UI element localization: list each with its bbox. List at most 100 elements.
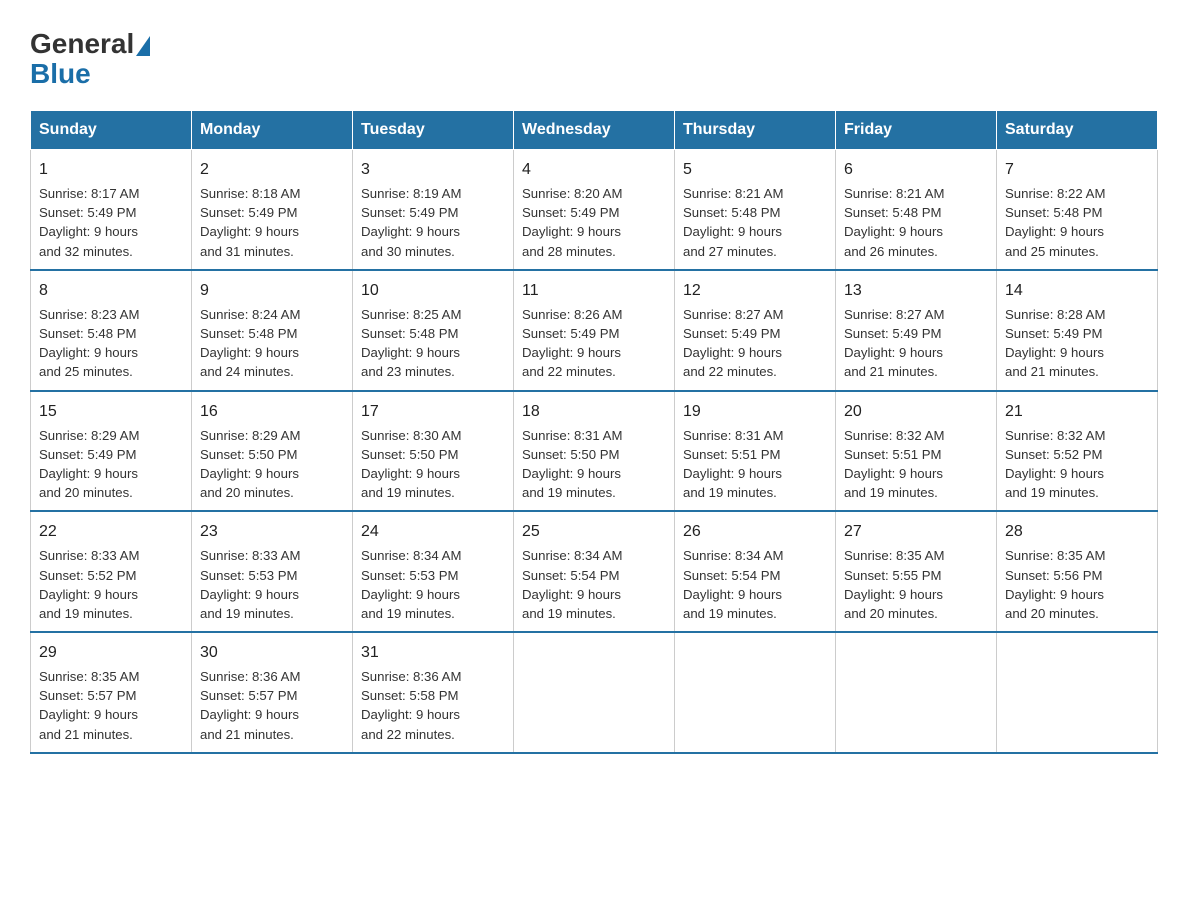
day-number: 20 (844, 400, 988, 423)
day-number: 21 (1005, 400, 1149, 423)
day-number: 16 (200, 400, 344, 423)
calendar-cell: 10 Sunrise: 8:25 AMSunset: 5:48 PMDayligh… (353, 270, 514, 391)
calendar-cell (997, 632, 1158, 753)
day-number: 28 (1005, 520, 1149, 543)
day-info: Sunrise: 8:28 AMSunset: 5:49 PMDaylight:… (1005, 305, 1149, 382)
day-number: 26 (683, 520, 827, 543)
calendar-cell: 5 Sunrise: 8:21 AMSunset: 5:48 PMDaylight… (675, 150, 836, 270)
day-info: Sunrise: 8:22 AMSunset: 5:48 PMDaylight:… (1005, 184, 1149, 261)
calendar-cell: 8 Sunrise: 8:23 AMSunset: 5:48 PMDaylight… (31, 270, 192, 391)
calendar-cell: 13 Sunrise: 8:27 AMSunset: 5:49 PMDayligh… (836, 270, 997, 391)
calendar-cell: 29Sunrise: 8:35 AMSunset: 5:57 PMDayligh… (31, 632, 192, 753)
day-number: 14 (1005, 279, 1149, 302)
day-number: 1 (39, 158, 183, 181)
calendar-cell: 20Sunrise: 8:32 AMSunset: 5:51 PMDayligh… (836, 391, 997, 512)
week-row-4: 22 Sunrise: 8:33 AMSunset: 5:52 PMDayligh… (31, 511, 1158, 632)
day-info: Sunrise: 8:32 AMSunset: 5:52 PMDaylight:… (1005, 426, 1149, 503)
week-row-2: 8 Sunrise: 8:23 AMSunset: 5:48 PMDaylight… (31, 270, 1158, 391)
day-info: Sunrise: 8:35 AMSunset: 5:56 PMDaylight:… (1005, 546, 1149, 623)
calendar-cell (514, 632, 675, 753)
logo: General Blue (30, 30, 152, 90)
day-number: 27 (844, 520, 988, 543)
week-row-3: 15 Sunrise: 8:29 AMSunset: 5:49 PMDayligh… (31, 391, 1158, 512)
weekday-header-sunday: Sunday (31, 111, 192, 150)
day-number: 15 (39, 400, 183, 423)
weekday-header-friday: Friday (836, 111, 997, 150)
day-info: Sunrise: 8:36 AMSunset: 5:57 PMDaylight:… (200, 667, 344, 744)
day-number: 7 (1005, 158, 1149, 181)
day-info: Sunrise: 8:31 AMSunset: 5:51 PMDaylight:… (683, 426, 827, 503)
day-info: Sunrise: 8:33 AMSunset: 5:52 PMDaylight:… (39, 546, 183, 623)
calendar-cell: 14 Sunrise: 8:28 AMSunset: 5:49 PMDayligh… (997, 270, 1158, 391)
day-info: Sunrise: 8:35 AMSunset: 5:55 PMDaylight:… (844, 546, 988, 623)
calendar-cell: 17Sunrise: 8:30 AMSunset: 5:50 PMDayligh… (353, 391, 514, 512)
day-number: 5 (683, 158, 827, 181)
calendar-cell: 22 Sunrise: 8:33 AMSunset: 5:52 PMDayligh… (31, 511, 192, 632)
week-row-5: 29Sunrise: 8:35 AMSunset: 5:57 PMDayligh… (31, 632, 1158, 753)
calendar-cell: 12 Sunrise: 8:27 AMSunset: 5:49 PMDayligh… (675, 270, 836, 391)
day-number: 29 (39, 641, 183, 664)
calendar-cell: 31Sunrise: 8:36 AMSunset: 5:58 PMDayligh… (353, 632, 514, 753)
calendar-cell: 21 Sunrise: 8:32 AMSunset: 5:52 PMDayligh… (997, 391, 1158, 512)
day-number: 6 (844, 158, 988, 181)
day-info: Sunrise: 8:34 AMSunset: 5:54 PMDaylight:… (522, 546, 666, 623)
calendar-cell: 26 Sunrise: 8:34 AMSunset: 5:54 PMDayligh… (675, 511, 836, 632)
calendar-cell: 15 Sunrise: 8:29 AMSunset: 5:49 PMDayligh… (31, 391, 192, 512)
day-info: Sunrise: 8:33 AMSunset: 5:53 PMDaylight:… (200, 546, 344, 623)
logo-general-text: General (30, 30, 134, 58)
calendar-cell: 18 Sunrise: 8:31 AMSunset: 5:50 PMDayligh… (514, 391, 675, 512)
page-header: General Blue (30, 30, 1158, 90)
logo-triangle-icon (136, 36, 150, 56)
day-info: Sunrise: 8:29 AMSunset: 5:50 PMDaylight:… (200, 426, 344, 503)
day-info: Sunrise: 8:36 AMSunset: 5:58 PMDaylight:… (361, 667, 505, 744)
day-number: 8 (39, 279, 183, 302)
day-info: Sunrise: 8:26 AMSunset: 5:49 PMDaylight:… (522, 305, 666, 382)
calendar-cell: 25 Sunrise: 8:34 AMSunset: 5:54 PMDayligh… (514, 511, 675, 632)
calendar-cell: 30 Sunrise: 8:36 AMSunset: 5:57 PMDayligh… (192, 632, 353, 753)
day-info: Sunrise: 8:29 AMSunset: 5:49 PMDaylight:… (39, 426, 183, 503)
day-number: 11 (522, 279, 666, 302)
day-number: 4 (522, 158, 666, 181)
day-info: Sunrise: 8:30 AMSunset: 5:50 PMDaylight:… (361, 426, 505, 503)
calendar-cell: 23 Sunrise: 8:33 AMSunset: 5:53 PMDayligh… (192, 511, 353, 632)
day-info: Sunrise: 8:27 AMSunset: 5:49 PMDaylight:… (844, 305, 988, 382)
day-number: 13 (844, 279, 988, 302)
day-number: 9 (200, 279, 344, 302)
day-number: 23 (200, 520, 344, 543)
calendar-cell: 19Sunrise: 8:31 AMSunset: 5:51 PMDayligh… (675, 391, 836, 512)
day-info: Sunrise: 8:27 AMSunset: 5:49 PMDaylight:… (683, 305, 827, 382)
day-number: 18 (522, 400, 666, 423)
day-info: Sunrise: 8:18 AMSunset: 5:49 PMDaylight:… (200, 184, 344, 261)
day-info: Sunrise: 8:23 AMSunset: 5:48 PMDaylight:… (39, 305, 183, 382)
day-info: Sunrise: 8:17 AMSunset: 5:49 PMDaylight:… (39, 184, 183, 261)
logo-blue-text: Blue (30, 58, 91, 90)
day-info: Sunrise: 8:24 AMSunset: 5:48 PMDaylight:… (200, 305, 344, 382)
day-number: 25 (522, 520, 666, 543)
day-info: Sunrise: 8:25 AMSunset: 5:48 PMDaylight:… (361, 305, 505, 382)
day-number: 10 (361, 279, 505, 302)
day-info: Sunrise: 8:21 AMSunset: 5:48 PMDaylight:… (844, 184, 988, 261)
calendar-cell: 16 Sunrise: 8:29 AMSunset: 5:50 PMDayligh… (192, 391, 353, 512)
weekday-header-row: SundayMondayTuesdayWednesdayThursdayFrid… (31, 111, 1158, 150)
calendar-cell: 3Sunrise: 8:19 AMSunset: 5:49 PMDaylight… (353, 150, 514, 270)
day-info: Sunrise: 8:34 AMSunset: 5:54 PMDaylight:… (683, 546, 827, 623)
calendar-cell: 11 Sunrise: 8:26 AMSunset: 5:49 PMDayligh… (514, 270, 675, 391)
calendar-cell: 9 Sunrise: 8:24 AMSunset: 5:48 PMDaylight… (192, 270, 353, 391)
weekday-header-tuesday: Tuesday (353, 111, 514, 150)
day-number: 3 (361, 158, 505, 181)
calendar-cell: 4 Sunrise: 8:20 AMSunset: 5:49 PMDaylight… (514, 150, 675, 270)
calendar-cell (675, 632, 836, 753)
day-info: Sunrise: 8:20 AMSunset: 5:49 PMDaylight:… (522, 184, 666, 261)
day-info: Sunrise: 8:34 AMSunset: 5:53 PMDaylight:… (361, 546, 505, 623)
day-number: 12 (683, 279, 827, 302)
calendar-cell: 1 Sunrise: 8:17 AMSunset: 5:49 PMDaylight… (31, 150, 192, 270)
weekday-header-thursday: Thursday (675, 111, 836, 150)
calendar-cell: 7 Sunrise: 8:22 AMSunset: 5:48 PMDaylight… (997, 150, 1158, 270)
day-info: Sunrise: 8:31 AMSunset: 5:50 PMDaylight:… (522, 426, 666, 503)
week-row-1: 1 Sunrise: 8:17 AMSunset: 5:49 PMDaylight… (31, 150, 1158, 270)
day-number: 2 (200, 158, 344, 181)
day-number: 22 (39, 520, 183, 543)
day-number: 24 (361, 520, 505, 543)
day-number: 30 (200, 641, 344, 664)
day-info: Sunrise: 8:21 AMSunset: 5:48 PMDaylight:… (683, 184, 827, 261)
